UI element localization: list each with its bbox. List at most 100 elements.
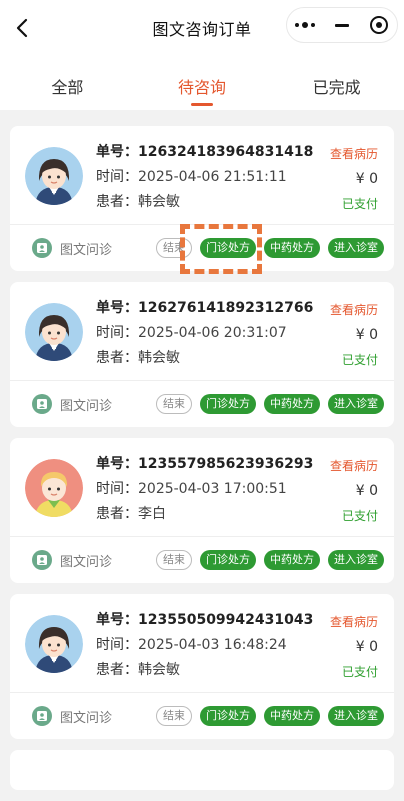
male-avatar-icon (25, 459, 83, 517)
consult-type: 图文问诊 (32, 394, 112, 414)
order-card: 单号：126276141892312766 时间：2025-04-06 20:3… (10, 282, 394, 427)
order-number-row: 单号：123557985623936293 (96, 452, 313, 477)
action-buttons: 结束 门诊处方 中药处方 进入诊室 (156, 550, 384, 570)
action-buttons: 结束 门诊处方 中药处方 进入诊室 (156, 394, 384, 414)
order-footer: 图文问诊 结束 门诊处方 中药处方 进入诊室 (10, 537, 394, 583)
order-number-row: 单号：126324183964831418 (96, 140, 313, 165)
order-number: 123557985623936293 (138, 456, 314, 472)
minus-icon (335, 23, 349, 27)
order-card-partial (10, 750, 394, 790)
order-number-row: 单号：126276141892312766 (96, 296, 313, 321)
order-time-label: 时间： (96, 325, 138, 341)
female-avatar-icon (25, 615, 83, 673)
action-buttons: 结束 门诊处方 中药处方 进入诊室 (156, 706, 384, 726)
consult-type: 图文问诊 (32, 238, 112, 258)
view-record-link[interactable]: 查看病历 (330, 147, 378, 161)
tab-label: 待咨询 (178, 78, 227, 97)
tab-pending[interactable]: 待咨询 (135, 62, 270, 110)
order-info: 单号：123550509942431043 时间：2025-04-03 16:4… (96, 608, 313, 683)
minimize-button[interactable] (324, 8, 361, 42)
order-info: 单号：126324183964831418 时间：2025-04-06 21:5… (96, 140, 313, 215)
action-buttons: 结束 门诊处方 中药处方 进入诊室 (156, 238, 384, 258)
consult-type: 图文问诊 (32, 706, 112, 726)
order-number-label: 单号： (96, 144, 138, 160)
enter-room-button[interactable]: 进入诊室 (328, 550, 384, 570)
clinic-prescription-button[interactable]: 门诊处方 (200, 238, 256, 258)
order-meta: 查看病历 ¥ 0 已支付 (330, 452, 378, 527)
more-button[interactable] (287, 8, 324, 42)
view-record-link[interactable]: 查看病历 (330, 459, 378, 473)
order-meta: 查看病历 ¥ 0 已支付 (330, 608, 378, 683)
consult-type-label: 图文问诊 (60, 554, 113, 570)
order-card: 单号：123557985623936293 时间：2025-04-03 17:0… (10, 438, 394, 583)
order-meta: 查看病历 ¥ 0 已支付 (330, 296, 378, 371)
tab-completed[interactable]: 已完成 (269, 62, 404, 110)
order-number-label: 单号： (96, 456, 138, 472)
consult-type-icon (32, 706, 52, 726)
consult-type-label: 图文问诊 (60, 242, 113, 258)
tab-bar: 全部 待咨询 已完成 (0, 62, 404, 110)
clinic-prescription-button[interactable]: 门诊处方 (200, 706, 256, 726)
order-number-label: 单号： (96, 612, 138, 628)
view-record-link[interactable]: 查看病历 (330, 303, 378, 317)
herbal-prescription-button[interactable]: 中药处方 (264, 394, 320, 414)
enter-room-button[interactable]: 进入诊室 (328, 238, 384, 258)
patient-row: 患者：韩会敏 (96, 346, 306, 371)
clinic-prescription-button[interactable]: 门诊处方 (200, 550, 256, 570)
patient-row: 患者：韩会敏 (96, 658, 306, 683)
consult-type-label: 图文问诊 (60, 710, 113, 726)
order-price: ¥ 0 (355, 639, 378, 655)
payment-status: 已支付 (341, 353, 378, 367)
consult-type-icon (32, 238, 52, 258)
tab-all[interactable]: 全部 (0, 62, 135, 110)
close-app-button[interactable] (360, 8, 397, 42)
order-time-label: 时间： (96, 169, 138, 185)
order-number: 126324183964831418 (138, 144, 314, 160)
payment-status: 已支付 (341, 509, 378, 523)
enter-room-button[interactable]: 进入诊室 (328, 394, 384, 414)
consult-type: 图文问诊 (32, 550, 112, 570)
more-dots-icon (295, 22, 316, 28)
end-button[interactable]: 结束 (156, 706, 192, 726)
end-button[interactable]: 结束 (156, 238, 192, 258)
patient-name: 韩会敏 (138, 194, 180, 210)
herbal-prescription-button[interactable]: 中药处方 (264, 238, 320, 258)
patient-row: 患者：李白 (96, 502, 306, 527)
order-time-row: 时间：2025-04-06 20:31:07 (96, 321, 306, 346)
female-avatar-icon (25, 303, 83, 361)
herbal-prescription-button[interactable]: 中药处方 (264, 706, 320, 726)
order-number-row: 单号：123550509942431043 (96, 608, 313, 633)
herbal-prescription-button[interactable]: 中药处方 (264, 550, 320, 570)
payment-status: 已支付 (341, 665, 378, 679)
enter-room-button[interactable]: 进入诊室 (328, 706, 384, 726)
patient-name: 韩会敏 (138, 662, 180, 678)
order-meta: 查看病历 ¥ 0 已支付 (330, 140, 378, 215)
clinic-prescription-button[interactable]: 门诊处方 (200, 394, 256, 414)
order-time-label: 时间： (96, 637, 138, 653)
tab-label: 全部 (51, 78, 84, 97)
order-price: ¥ 0 (355, 327, 378, 343)
tab-active-indicator (191, 103, 213, 106)
patient-label: 患者： (96, 350, 138, 366)
capsule-menu (286, 7, 398, 43)
order-footer: 图文问诊 结束 门诊处方 中药处方 进入诊室 (10, 381, 394, 427)
target-icon (369, 16, 388, 34)
view-record-link[interactable]: 查看病历 (330, 615, 378, 629)
order-card: 单号：126324183964831418 时间：2025-04-06 21:5… (10, 126, 394, 271)
end-button[interactable]: 结束 (156, 550, 192, 570)
patient-label: 患者： (96, 194, 138, 210)
order-number-label: 单号： (96, 300, 138, 316)
order-footer: 图文问诊 结束 门诊处方 中药处方 进入诊室 (10, 693, 394, 739)
order-time-row: 时间：2025-04-03 16:48:24 (96, 633, 306, 658)
order-card: 单号：123550509942431043 时间：2025-04-03 16:4… (10, 594, 394, 739)
order-list: 单号：126324183964831418 时间：2025-04-06 21:5… (10, 126, 394, 801)
consult-type-label: 图文问诊 (60, 398, 113, 414)
patient-row: 患者：韩会敏 (96, 190, 306, 215)
order-time-row: 时间：2025-04-03 17:00:51 (96, 477, 306, 502)
payment-status: 已支付 (341, 197, 378, 211)
order-info: 单号：123557985623936293 时间：2025-04-03 17:0… (96, 452, 313, 527)
end-button[interactable]: 结束 (156, 394, 192, 414)
order-info: 单号：126276141892312766 时间：2025-04-06 20:3… (96, 296, 313, 371)
order-time: 2025-04-06 21:51:11 (138, 169, 287, 185)
patient-name: 李白 (138, 506, 166, 522)
